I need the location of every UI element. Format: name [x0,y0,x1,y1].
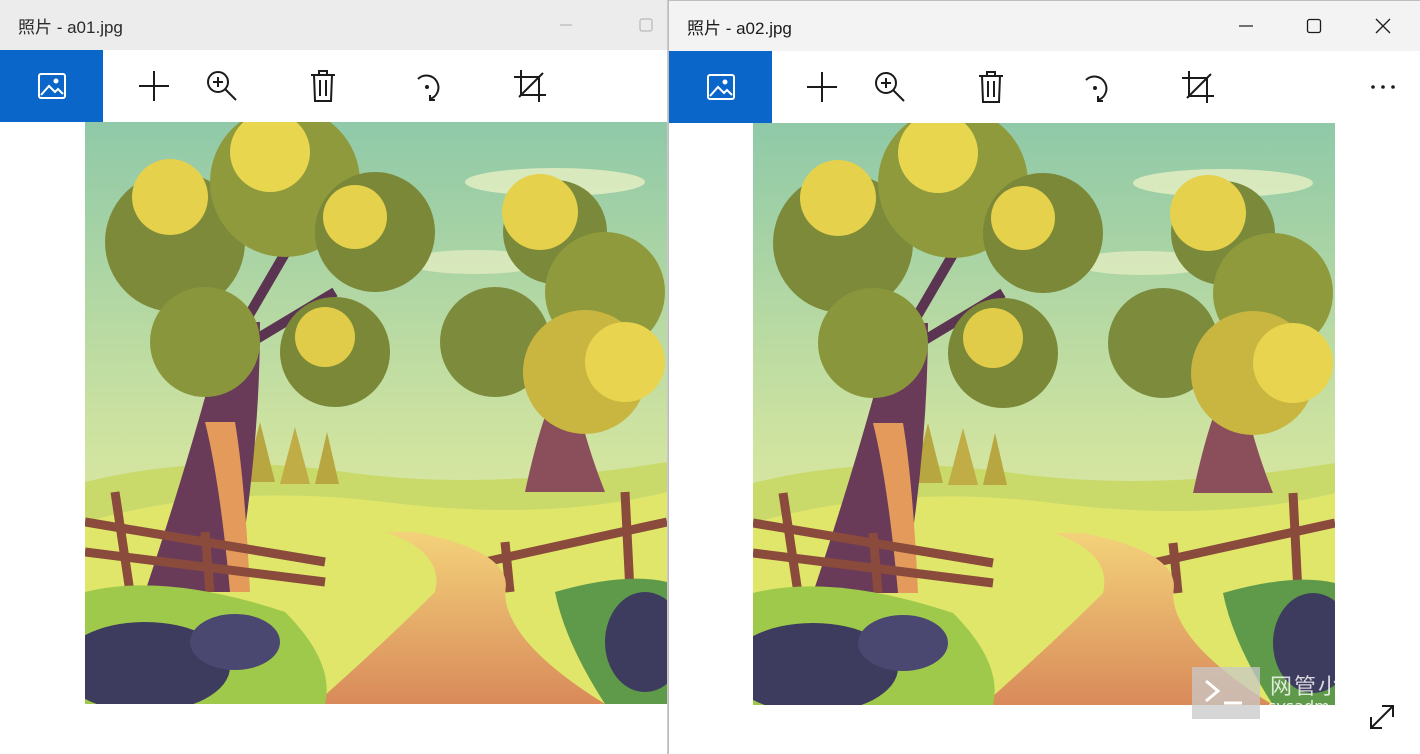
window-title: 照片 - a01.jpg [18,17,123,37]
maximize-button[interactable] [1280,1,1348,51]
delete-button[interactable] [293,50,353,122]
rotate-icon [417,74,440,101]
zoom-in-icon [875,72,905,102]
add-button[interactable] [792,51,852,123]
delete-icon [311,70,335,102]
image-icon [37,73,66,99]
more-options-button[interactable] [1353,51,1413,123]
terminal-logo [1192,667,1260,719]
delete-button[interactable] [961,51,1021,123]
view-photo-button[interactable] [0,50,103,122]
minimize-button[interactable] [1212,1,1280,51]
fullscreen-button[interactable] [1362,697,1402,737]
photo-a02 [753,123,1335,705]
rotate-button[interactable] [1065,51,1125,123]
crop-button[interactable] [500,50,560,122]
zoom-in-button[interactable] [192,50,252,122]
minimize-button[interactable] [532,0,600,50]
expand-icon [1370,705,1394,729]
rotate-button[interactable] [397,50,457,122]
image-icon [706,74,735,100]
crop-icon [1182,71,1214,103]
title-bar[interactable]: 照片 - a01.jpg [0,0,667,50]
close-icon [1375,18,1391,34]
maximize-icon [1306,18,1322,34]
rotate-icon [1085,75,1108,102]
crop-button[interactable] [1168,51,1228,123]
zoom-in-button[interactable] [860,51,920,123]
add-button[interactable] [124,50,184,122]
close-button[interactable] [1349,1,1417,51]
photo-a01 [85,122,667,704]
window-title: 照片 - a02.jpg [687,18,792,38]
watermark-url: sysadm.cc [1268,697,1353,716]
toolbar [0,50,667,122]
add-icon [139,71,169,101]
zoom-in-icon [207,71,237,101]
minimize-icon [1239,25,1253,27]
crop-icon [514,70,546,102]
watermark: 网管小贾 sysadm.cc [1192,667,1372,719]
maximize-button[interactable] [612,0,667,50]
more-icon [1371,85,1395,89]
add-icon [807,72,837,102]
toolbar [669,51,1420,123]
title-bar[interactable]: 照片 - a02.jpg [669,1,1420,51]
photos-window-a02: 照片 - a02.jpg [668,0,1420,754]
delete-icon [979,71,1003,103]
view-photo-button[interactable] [669,51,772,123]
photos-window-a01: 照片 - a01.jpg [0,0,668,754]
minimize-icon [560,24,572,26]
maximize-icon [639,18,653,32]
terminal-icon [1205,679,1242,705]
